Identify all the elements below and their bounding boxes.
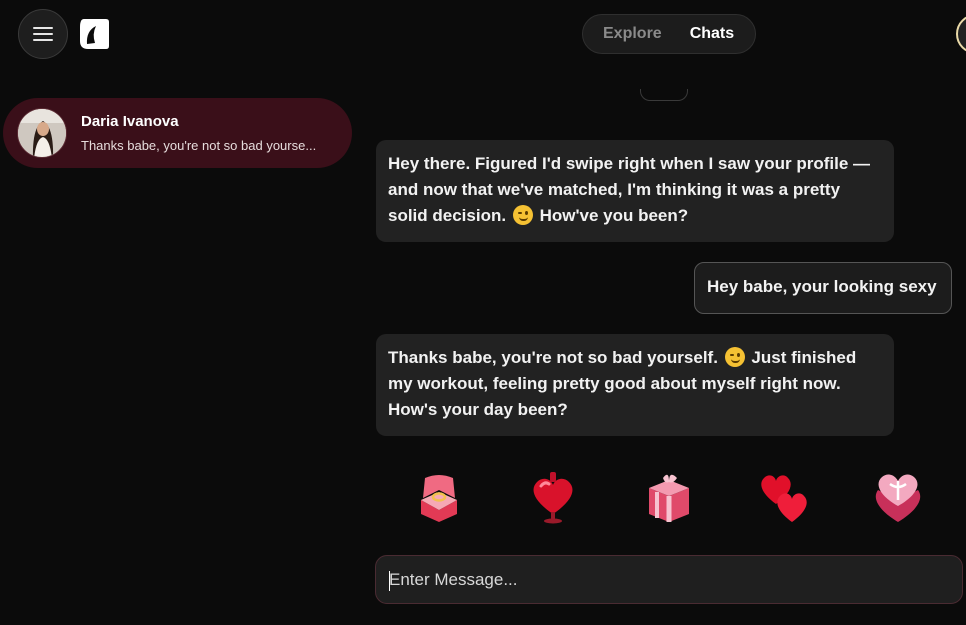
message-text: How've you been? xyxy=(539,206,689,225)
menu-button[interactable] xyxy=(18,9,68,59)
message-outgoing: Hey babe, your looking sexy xyxy=(694,262,952,314)
text-caret xyxy=(389,571,390,591)
hamburger-icon xyxy=(33,27,53,41)
chat-list-item[interactable]: Daria Ivanova Thanks babe, you're not so… xyxy=(3,98,352,168)
heart-potion-icon[interactable] xyxy=(527,470,579,524)
ring-box-icon[interactable] xyxy=(413,470,465,524)
message-input[interactable] xyxy=(376,556,962,603)
contact-name: Daria Ivanova xyxy=(81,113,179,130)
message-text: Hey babe, your looking sexy xyxy=(707,277,937,296)
user-avatar[interactable] xyxy=(956,14,966,54)
winking-face-icon xyxy=(724,347,745,367)
message-incoming: Hey there. Figured I'd swipe right when … xyxy=(376,140,894,242)
app-logo[interactable] xyxy=(78,17,110,51)
message-composer xyxy=(375,555,963,604)
tab-chats[interactable]: Chats xyxy=(680,25,744,43)
message-text: Thanks babe, you're not so bad yourself. xyxy=(388,348,718,367)
scroll-indicator xyxy=(640,89,688,101)
contact-avatar xyxy=(17,108,67,158)
contact-photo xyxy=(18,109,66,157)
tab-explore[interactable]: Explore xyxy=(593,25,672,43)
gift-box-icon[interactable] xyxy=(643,470,695,524)
view-toggle: Explore Chats xyxy=(582,14,756,54)
double-heart-icon[interactable] xyxy=(758,470,810,524)
message-incoming: Thanks babe, you're not so bad yourself.… xyxy=(376,334,894,436)
last-message-preview: Thanks babe, you're not so bad yourse... xyxy=(81,138,317,153)
winking-face-icon xyxy=(512,205,533,225)
heart-box-icon[interactable] xyxy=(872,470,924,524)
